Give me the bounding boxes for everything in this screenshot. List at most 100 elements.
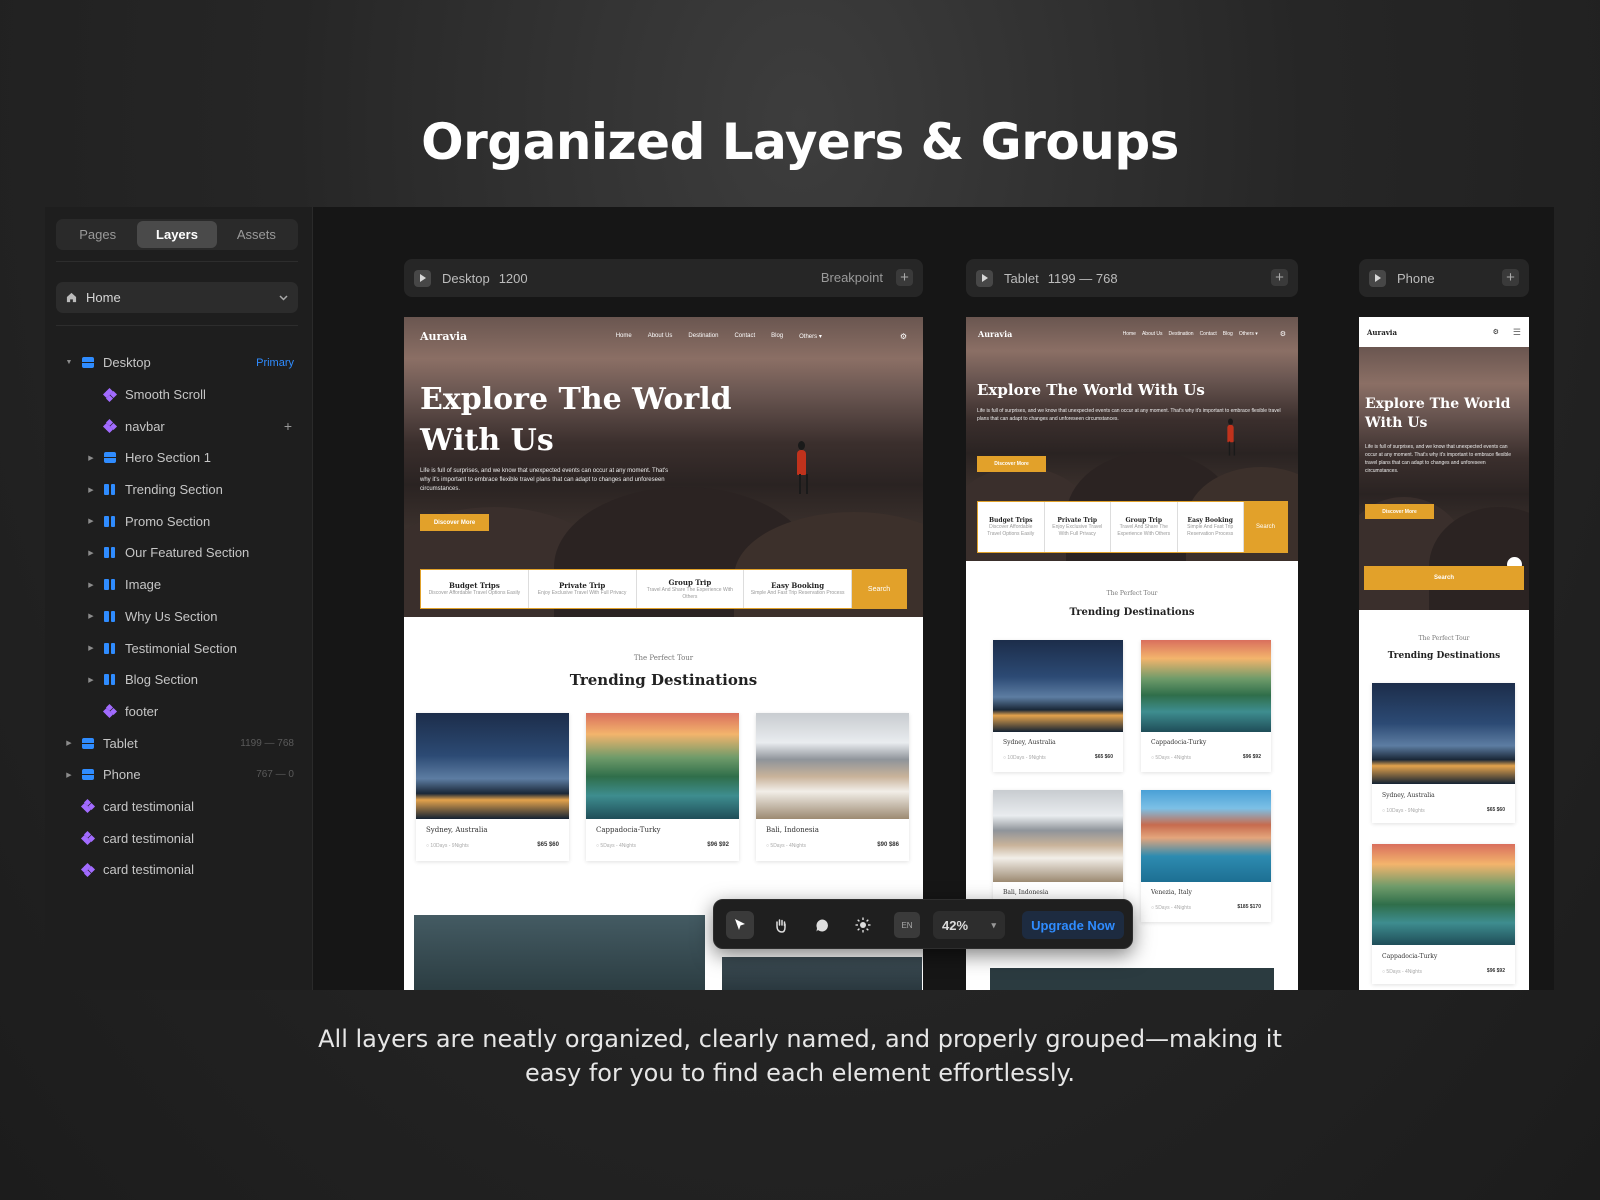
hamburger-menu-icon[interactable]: ☰ [1513, 327, 1521, 338]
phone-preview[interactable]: Auravia ⚙ ☰ Explore The World With Us Li… [1359, 317, 1529, 990]
caret-right-icon[interactable]: ▶ [87, 676, 95, 684]
upgrade-now-button[interactable]: Upgrade Now [1022, 911, 1124, 939]
destination-card[interactable]: Cappadocia-Turky ○ 5Days - 4Nights $96 $… [1372, 844, 1515, 984]
search-button[interactable]: Search [852, 570, 906, 608]
sun-icon[interactable] [849, 911, 877, 939]
search-option[interactable]: Private Trip Enjoy Exclusive Travel With … [1045, 502, 1111, 552]
layer-row[interactable]: ▶ Blog Section [45, 664, 313, 696]
layer-row[interactable]: ▶ Image [45, 569, 313, 601]
comment-icon[interactable] [808, 911, 836, 939]
breakpoint-bar-phone[interactable]: Phone + [1359, 259, 1529, 297]
breakpoint-bar-desktop[interactable]: Desktop 1200 Breakpoint + [404, 259, 923, 297]
destination-card[interactable]: Sydney, Australia ○ 10Days - 9Nights $65… [1372, 683, 1515, 823]
page-selector[interactable]: Home [56, 282, 298, 313]
nav-link[interactable]: Destination [1169, 331, 1194, 337]
search-bar[interactable]: Budget Trips Discover Affordable Travel O… [977, 501, 1288, 553]
layer-row[interactable]: ▶ Testimonial Section [45, 632, 313, 664]
hand-icon[interactable] [767, 911, 795, 939]
caret-down-icon[interactable]: ▼ [65, 359, 73, 366]
plus-icon[interactable]: + [896, 269, 913, 286]
destination-card[interactable]: Sydney, Australia ○ 10Days - 9Nights $65… [993, 640, 1123, 772]
search-option[interactable]: Group Trip Travel And Share The Experienc… [1111, 502, 1178, 552]
nav-link[interactable]: Home [1123, 331, 1136, 337]
layer-row[interactable]: ▶ Promo Section [45, 505, 313, 537]
settings-icon[interactable]: ⚙ [900, 332, 907, 341]
destination-name: Cappadocia-Turky [1151, 739, 1207, 746]
cursor-icon[interactable] [726, 911, 754, 939]
search-button[interactable]: Search [1364, 566, 1524, 590]
layer-row[interactable]: ▼ Desktop Primary [45, 347, 313, 379]
layer-row[interactable]: ▶ Why Us Section [45, 601, 313, 633]
nav-link[interactable]: About Us [648, 333, 673, 340]
caret-right-icon[interactable]: ▶ [87, 612, 95, 620]
tab-pages[interactable]: Pages [58, 221, 137, 248]
search-button[interactable]: Search [1244, 502, 1287, 552]
search-option[interactable]: Easy Booking Simple And Fast Trip Reserva… [744, 570, 852, 608]
nav-link[interactable]: Home [616, 333, 632, 340]
nav-link[interactable]: Others ▾ [799, 333, 822, 340]
destination-duration: ○ 5Days - 4Nights [1151, 905, 1191, 911]
destination-card[interactable]: Bali, Indonesia ○ 5Days - 4Nights $90 $8… [756, 713, 909, 861]
language-icon[interactable]: EN [894, 912, 920, 938]
nav-link[interactable]: Contact [1200, 331, 1217, 337]
nav-link[interactable]: Others ▾ [1239, 331, 1258, 337]
caret-right-icon[interactable]: ▶ [87, 549, 95, 557]
caret-right-icon[interactable]: ▶ [87, 486, 95, 494]
nav-link[interactable]: Destination [688, 333, 718, 340]
caret-right-icon[interactable]: ▶ [87, 454, 95, 462]
discover-more-button[interactable]: Discover More [1365, 504, 1434, 519]
caret-right-icon[interactable]: ▶ [87, 644, 95, 652]
desktop-preview[interactable]: Auravia Home About Us Destination Contac… [404, 317, 923, 990]
search-option[interactable]: Budget Trips Discover Affordable Travel O… [421, 570, 529, 608]
search-bar[interactable]: Budget Trips Discover Affordable Travel O… [420, 569, 907, 609]
destination-card[interactable]: Venezia, Italy ○ 5Days - 4Nights $185 $1… [1141, 790, 1271, 922]
destination-image [1141, 790, 1271, 882]
layer-row[interactable]: footer [45, 696, 313, 728]
nav-link[interactable]: Blog [1223, 331, 1233, 337]
play-icon[interactable] [1369, 269, 1386, 287]
divider [56, 325, 298, 326]
settings-icon[interactable]: ⚙ [1493, 328, 1499, 336]
layer-row[interactable]: ▶ Our Featured Section [45, 537, 313, 569]
destination-card[interactable]: Sydney, Australia ○ 10Days - 9Nights $65… [416, 713, 569, 861]
search-option-desc: Discover Affordable Travel Options Easil… [428, 590, 521, 596]
caret-right-icon[interactable]: ▶ [65, 739, 73, 747]
layer-row[interactable]: ▶ Trending Section [45, 474, 313, 506]
search-option[interactable]: Easy Booking Simple And Fast Trip Reserva… [1178, 502, 1244, 552]
layer-row[interactable]: ▶ Hero Section 1 [45, 442, 313, 474]
layer-row[interactable]: card testimonial [45, 822, 313, 854]
layer-row[interactable]: ▶ Phone 767 — 0 [45, 759, 313, 791]
nav-link[interactable]: Blog [771, 333, 783, 340]
nav-link[interactable]: About Us [1142, 331, 1163, 337]
add-icon[interactable]: + [284, 418, 292, 434]
destination-card[interactable]: Cappadocia-Turky ○ 5Days - 4Nights $96 $… [1141, 640, 1271, 772]
destination-name: Venezia, Italy [1151, 889, 1192, 896]
zoom-select[interactable]: 42% ▾ [933, 911, 1005, 939]
layer-row[interactable]: card testimonial [45, 854, 313, 886]
plus-icon[interactable]: + [1271, 269, 1288, 286]
caret-right-icon[interactable]: ▶ [65, 771, 73, 779]
layer-row[interactable]: navbar + [45, 410, 313, 442]
discover-more-button[interactable]: Discover More [420, 514, 489, 531]
search-option[interactable]: Group Trip Travel And Share The Experienc… [637, 570, 745, 608]
play-icon[interactable] [414, 269, 431, 287]
caret-right-icon[interactable]: ▶ [87, 517, 95, 525]
caret-right-icon[interactable]: ▶ [87, 581, 95, 589]
tab-layers[interactable]: Layers [137, 221, 217, 248]
tab-assets[interactable]: Assets [217, 221, 296, 248]
layer-row[interactable]: ▶ Tablet 1199 — 768 [45, 727, 313, 759]
discover-more-button[interactable]: Discover More [977, 456, 1046, 472]
design-canvas[interactable]: Desktop 1200 Breakpoint + Tablet 1199 — … [313, 207, 1554, 990]
breakpoint-bar-tablet[interactable]: Tablet 1199 — 768 + [966, 259, 1298, 297]
play-icon[interactable] [976, 269, 993, 287]
search-option[interactable]: Private Trip Enjoy Exclusive Travel With … [529, 570, 637, 608]
layer-row[interactable]: card testimonial [45, 791, 313, 823]
settings-icon[interactable]: ⚙ [1280, 330, 1286, 338]
destination-card[interactable]: Cappadocia-Turky ○ 5Days - 4Nights $96 $… [586, 713, 739, 861]
nav-link[interactable]: Contact [734, 333, 755, 340]
tablet-preview[interactable]: Auravia Home About Us Destination Contac… [966, 317, 1298, 990]
search-option[interactable]: Budget Trips Discover Affordable Travel O… [978, 502, 1045, 552]
add-breakpoint-label[interactable]: Breakpoint [821, 270, 883, 285]
layer-row[interactable]: Smooth Scroll [45, 379, 313, 411]
plus-icon[interactable]: + [1502, 269, 1519, 286]
